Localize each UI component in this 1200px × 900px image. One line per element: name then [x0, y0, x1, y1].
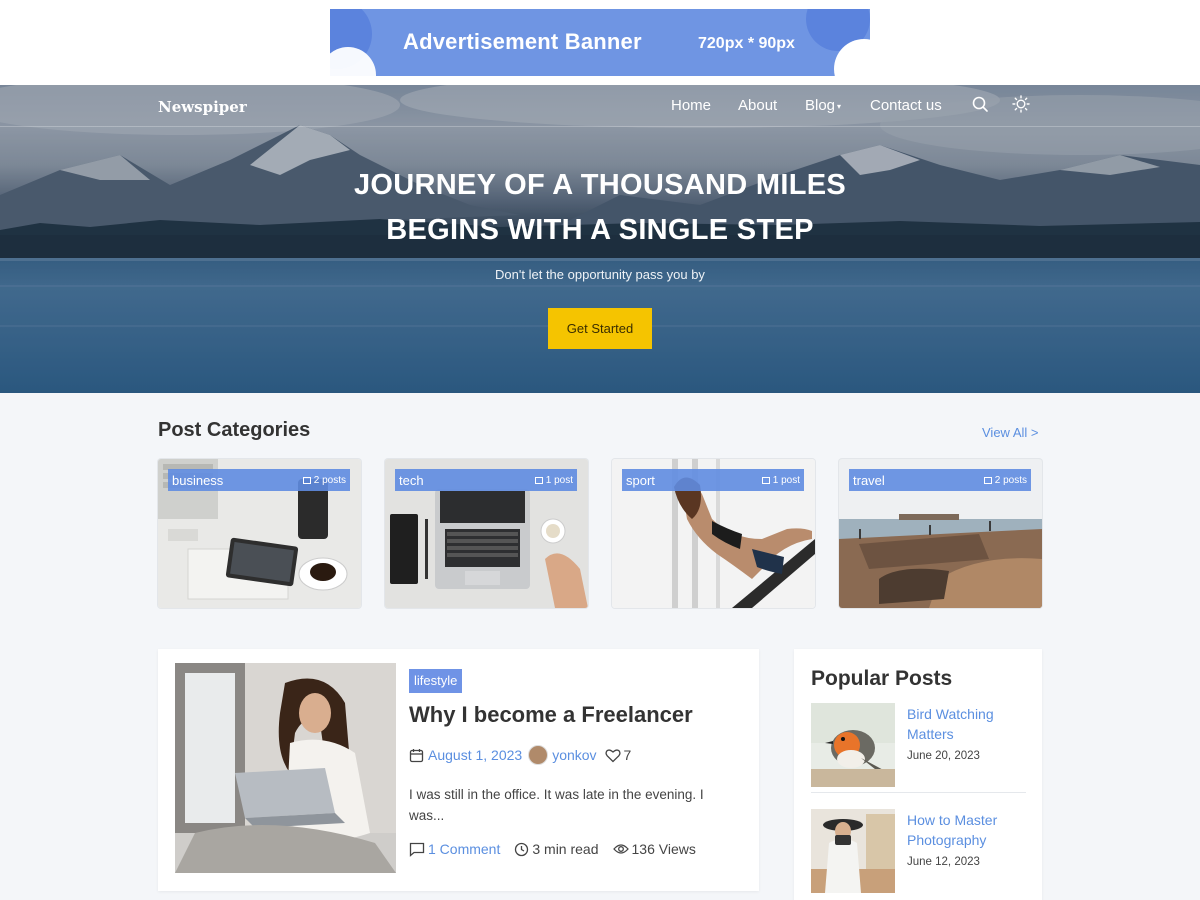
popular-posts-title: Popular Posts: [811, 667, 953, 690]
category-card-travel[interactable]: travel 2 posts: [839, 459, 1042, 608]
eye-icon: [612, 844, 629, 854]
calendar-icon: [409, 748, 424, 762]
categories-title: Post Categories: [158, 419, 311, 441]
post-thumbnail[interactable]: [175, 663, 396, 873]
chevron-down-icon: ▾: [837, 101, 842, 111]
popular-post-item: How to Master Photography June 12, 2023: [811, 809, 1026, 893]
like-count: 7: [623, 747, 632, 763]
hero-title-line2: BEGINS WITH A SINGLE STEP: [386, 214, 814, 246]
popular-post-thumbnail[interactable]: [811, 809, 895, 893]
comments-link[interactable]: 1 Comment: [428, 841, 500, 857]
category-card-tech[interactable]: tech 1 post: [385, 459, 588, 608]
category-count: 2 posts: [983, 475, 1027, 486]
popular-post-date: June 20, 2023: [907, 750, 980, 762]
category-card-sport[interactable]: sport 1 post: [612, 459, 815, 608]
post-title[interactable]: Why I become a Freelancer: [409, 702, 693, 728]
divider: [811, 792, 1026, 793]
view-count: 136 Views: [631, 841, 696, 857]
post-meta: August 1, 2023 yonkov 7: [409, 745, 631, 765]
category-label-bar: business 2 posts: [168, 469, 350, 491]
category-name: tech: [399, 473, 424, 488]
category-card-business[interactable]: business 2 posts: [158, 459, 361, 608]
hero-title-line1: JOURNEY OF A THOUSAND MILES: [353, 169, 846, 201]
archive-icon: [302, 477, 311, 484]
view-all-link[interactable]: View All >: [982, 425, 1039, 440]
ad-strip: Advertisement Banner 720px * 90px: [0, 0, 1200, 85]
category-name: travel: [853, 473, 885, 488]
category-count: 2 posts: [302, 475, 346, 486]
get-started-button[interactable]: Get Started: [548, 308, 652, 349]
archive-icon: [534, 477, 543, 484]
ad-size: 720px * 90px: [698, 35, 795, 52]
ad-text: Advertisement Banner: [403, 29, 642, 54]
site-logo[interactable]: Newspiper: [158, 98, 247, 116]
popular-post-title[interactable]: Bird Watching Matters: [907, 704, 1017, 744]
post-footer: 1 Comment 3 min read 136 Views: [409, 841, 696, 857]
category-count: 1 post: [534, 475, 573, 486]
post-tag[interactable]: lifestyle: [409, 669, 463, 693]
nav-blog-label: Blog: [805, 97, 836, 114]
sun-icon[interactable]: [1012, 95, 1030, 113]
search-icon[interactable]: [971, 95, 989, 113]
comment-icon: [409, 842, 425, 857]
heart-icon[interactable]: [604, 748, 621, 763]
category-count: 1 post: [761, 475, 800, 486]
category-name: sport: [626, 473, 655, 488]
nav-home[interactable]: Home: [671, 97, 711, 114]
post-excerpt: I was still in the office. It was late i…: [409, 787, 704, 823]
hero-subtitle: Don't let the opportunity pass you by: [495, 267, 705, 282]
popular-post-title[interactable]: How to Master Photography: [907, 810, 1017, 850]
popular-post-item: Bird Watching Matters June 20, 2023: [811, 703, 1026, 787]
post-author[interactable]: yonkov: [552, 747, 596, 763]
popular-posts-widget: Popular Posts Bird Watching Matters June…: [794, 649, 1042, 900]
nav-contact[interactable]: Contact us: [870, 97, 942, 114]
post-date[interactable]: August 1, 2023: [428, 747, 522, 763]
top-navigation: Newspiper Home About Blog ▾ Contact us: [0, 85, 1200, 127]
archive-icon: [761, 477, 770, 484]
popular-post-thumbnail[interactable]: [811, 703, 895, 787]
nav-about[interactable]: About: [738, 97, 777, 114]
category-label-bar: sport 1 post: [622, 469, 804, 491]
category-name: business: [172, 473, 224, 488]
avatar[interactable]: [528, 745, 549, 765]
clock-icon: [515, 842, 529, 856]
category-label-bar: travel 2 posts: [849, 469, 1031, 491]
category-label-bar: tech 1 post: [395, 469, 577, 491]
archive-icon: [983, 477, 992, 484]
read-time: 3 min read: [532, 841, 599, 857]
advertisement-banner[interactable]: Advertisement Banner 720px * 90px: [330, 9, 870, 76]
nav-blog[interactable]: Blog ▾: [805, 97, 841, 114]
post-card: lifestyle Why I become a Freelancer Augu…: [158, 649, 759, 891]
popular-post-date: June 12, 2023: [907, 856, 980, 868]
